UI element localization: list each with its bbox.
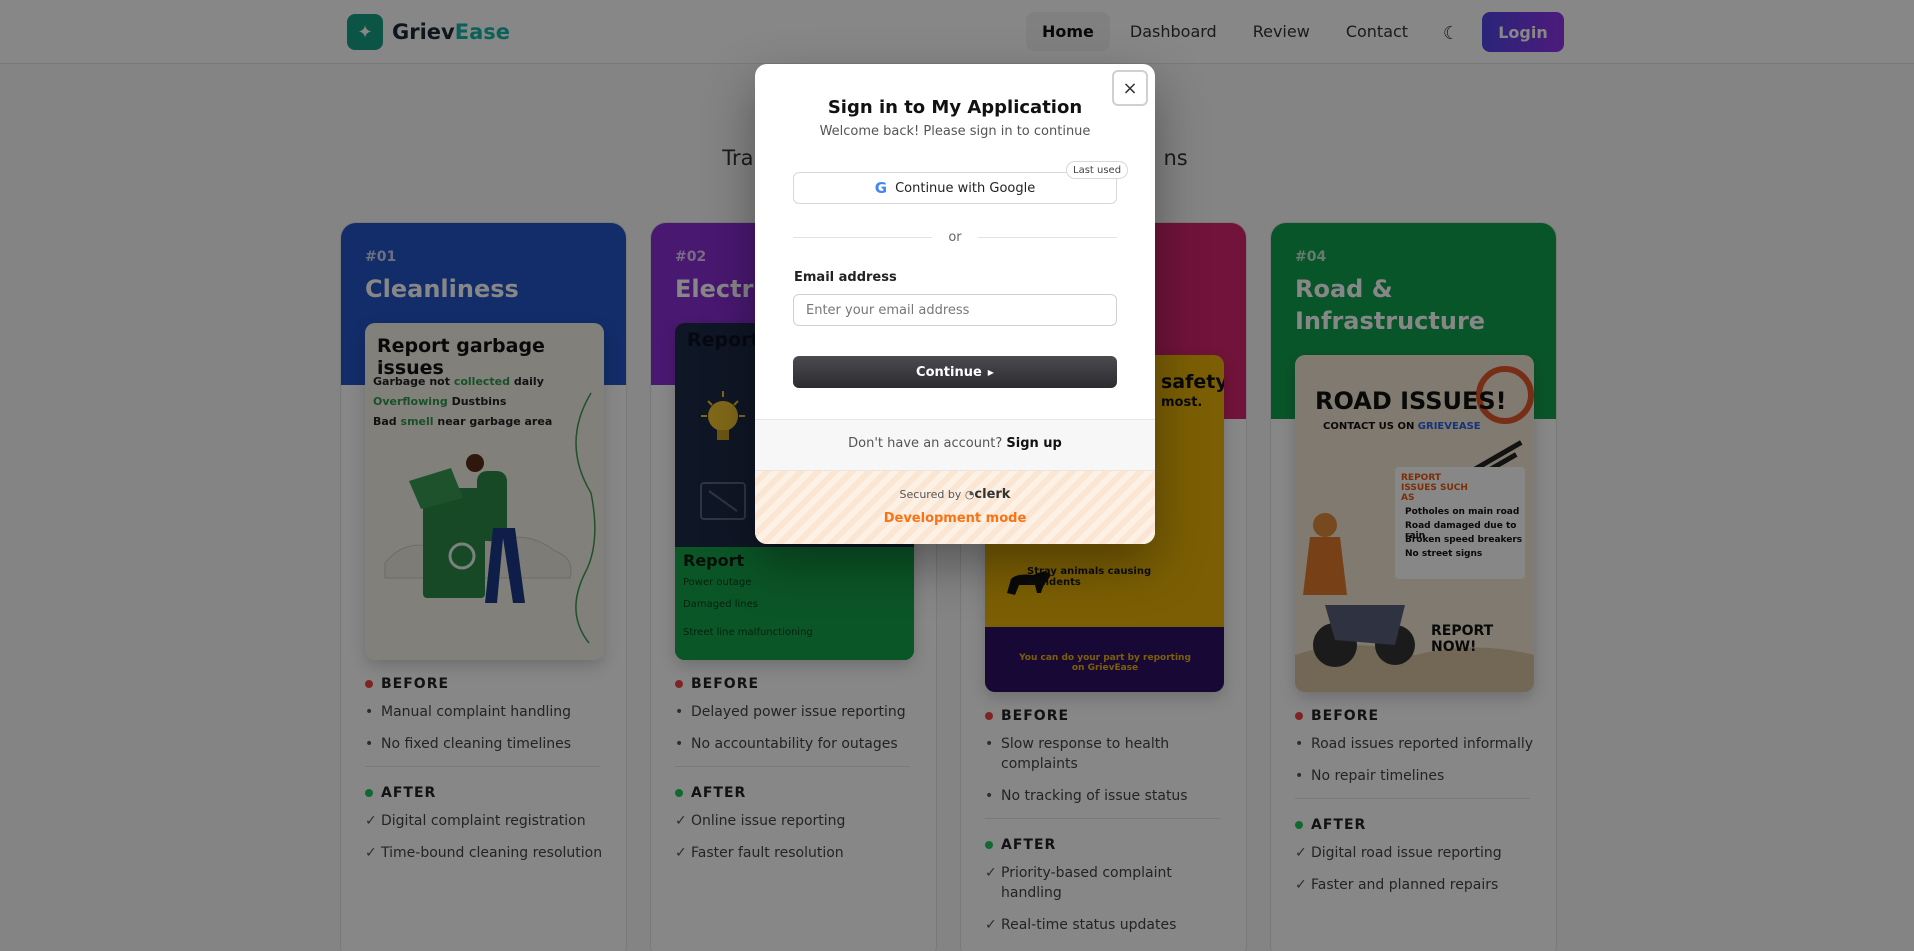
continue-button[interactable]: Continue ▶ [793,356,1117,388]
modal-title: Sign in to My Application [827,97,1083,118]
google-icon: G [874,179,888,197]
divider-line [793,236,933,238]
divider-line [977,236,1117,238]
no-account-text: Don't have an account? [848,436,1003,451]
email-field[interactable] [793,294,1117,326]
or-divider: or [793,228,1117,246]
modal-footer: Don't have an account? Sign up Secured b… [755,419,1155,544]
secured-by: Secured by ◔clerk [755,487,1155,502]
secured-by-text: Secured by [899,488,962,501]
sign-in-modal: × Sign in to My Application Welcome back… [755,64,1155,544]
sign-up-link[interactable]: Sign up [1006,436,1061,451]
continue-button-label: Continue [916,364,982,380]
clerk-logo-icon: ◔ [964,488,975,501]
development-mode-text: Development mode [883,511,1027,526]
dev-mode-banner: Secured by ◔clerk Development mode [755,470,1155,544]
signup-row: Don't have an account? Sign up [755,436,1155,451]
triangle-right-icon: ▶ [987,367,994,377]
modal-subtitle: Welcome back! Please sign in to continue [819,124,1091,139]
clerk-logo-text: clerk [974,487,1011,502]
or-text: or [948,229,962,245]
last-used-badge: Last used [1066,161,1129,179]
email-label: Email address [794,270,897,285]
google-button-label: Continue with Google [895,180,1036,196]
